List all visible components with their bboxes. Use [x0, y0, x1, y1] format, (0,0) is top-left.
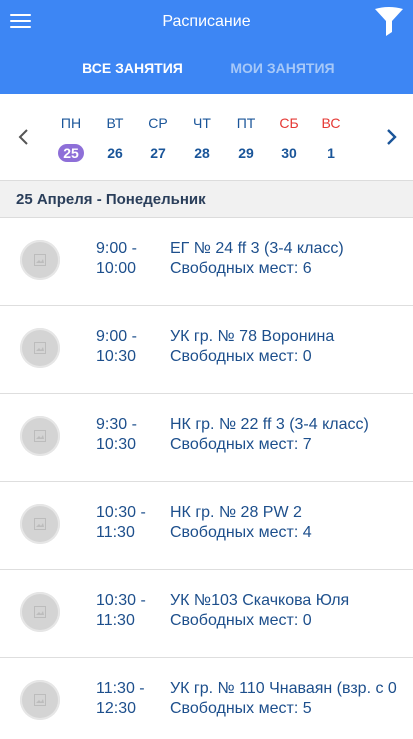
day-name: ПН	[60, 115, 82, 131]
class-info: ЕГ № 24 ff 3 (3-4 класс) Свободных мест:…	[170, 239, 413, 279]
day-sun[interactable]: ВС 1	[313, 94, 349, 180]
free-seats: Свободных мест: 6	[170, 260, 312, 277]
class-end: 11:30	[96, 612, 135, 629]
class-start: 10:30 -	[96, 504, 146, 521]
day-sat[interactable]: СБ 30	[271, 94, 307, 180]
class-row[interactable]: 9:00 - 10:30 УК гр. № 78 Воронина Свобод…	[0, 306, 413, 394]
day-tue[interactable]: ВТ 26	[97, 94, 133, 180]
class-info: УК гр. № 78 Воронина Свободных мест: 0	[170, 327, 413, 367]
class-name: УК №103 Скачкова Юля	[170, 592, 350, 609]
class-end: 10:30	[96, 348, 137, 365]
class-time: 11:30 - 12:30	[96, 679, 166, 719]
day-name: ПТ	[236, 115, 256, 131]
class-end: 12:30	[96, 700, 137, 717]
tab-my-classes[interactable]: МОИ ЗАНЯТИЯ	[205, 43, 360, 94]
free-seats: Свободных мест: 5	[170, 700, 312, 717]
class-name: УК гр. № 78 Воронина	[170, 328, 335, 345]
avatar	[20, 416, 60, 456]
free-seats: Свободных мест: 0	[170, 612, 312, 629]
day-name: ВТ	[106, 115, 124, 131]
class-time: 10:30 - 11:30	[96, 503, 166, 543]
day-number: 30	[281, 145, 297, 161]
class-info: НК гр. № 22 ff 3 (3-4 класс) Свободных м…	[170, 415, 413, 455]
page-title: Расписание	[162, 13, 251, 30]
chevron-left-icon[interactable]	[14, 126, 34, 148]
class-end: 10:30	[96, 436, 137, 453]
day-name: СБ	[279, 115, 299, 131]
tab-all-classes[interactable]: ВСЕ ЗАНЯТИЯ	[55, 43, 210, 94]
free-seats: Свободных мест: 4	[170, 524, 312, 541]
day-number: 28	[194, 145, 210, 161]
date-header: 25 Апреля - Понедельник	[0, 180, 413, 218]
day-fri[interactable]: ПТ 29	[228, 94, 264, 180]
day-number: 25	[58, 144, 84, 162]
avatar	[20, 240, 60, 280]
day-wed[interactable]: СР 27	[140, 94, 176, 180]
day-thu[interactable]: ЧТ 28	[184, 94, 220, 180]
class-time: 9:00 - 10:00	[96, 239, 166, 279]
image-placeholder-icon	[34, 430, 46, 442]
tab-bar: ВСЕ ЗАНЯТИЯ МОИ ЗАНЯТИЯ	[0, 43, 413, 94]
image-placeholder-icon	[34, 342, 46, 354]
avatar	[20, 328, 60, 368]
day-number: 26	[107, 145, 123, 161]
class-start: 9:00 -	[96, 328, 137, 345]
app-header: Расписание	[0, 0, 413, 43]
class-start: 9:00 -	[96, 240, 137, 257]
day-mon[interactable]: ПН 25	[53, 94, 89, 180]
day-number: 29	[238, 145, 254, 161]
day-number: 1	[327, 145, 335, 161]
image-placeholder-icon	[34, 254, 46, 266]
avatar	[20, 504, 60, 544]
day-name: СР	[148, 115, 168, 131]
class-row[interactable]: 10:30 - 11:30 НК гр. № 28 PW 2 Свободных…	[0, 482, 413, 570]
class-time: 9:00 - 10:30	[96, 327, 166, 367]
date-label: 25 Апреля - Понедельник	[16, 191, 206, 208]
day-number: 27	[150, 145, 166, 161]
class-time: 9:30 - 10:30	[96, 415, 166, 455]
class-row[interactable]: 10:30 - 11:30 УК №103 Скачкова Юля Свобо…	[0, 570, 413, 658]
class-row[interactable]: 11:30 - 12:30 УК гр. № 110 Чнаваян (взр.…	[0, 658, 413, 739]
image-placeholder-icon	[34, 518, 46, 530]
free-seats: Свободных мест: 0	[170, 348, 312, 365]
avatar	[20, 680, 60, 720]
class-name: ЕГ № 24 ff 3 (3-4 класс)	[170, 240, 344, 257]
class-info: УК гр. № 110 Чнаваян (взр. с 0 Свободных…	[170, 679, 413, 719]
free-seats: Свободных мест: 7	[170, 436, 312, 453]
class-info: УК №103 Скачкова Юля Свободных мест: 0	[170, 591, 413, 631]
filter-icon[interactable]	[374, 6, 404, 38]
class-name: НК гр. № 22 ff 3 (3-4 класс)	[170, 416, 369, 433]
week-selector: ПН 25 ВТ 26 СР 27 ЧТ 28 ПТ 29 СБ 30 ВС 1	[0, 94, 413, 180]
avatar	[20, 592, 60, 632]
class-start: 9:30 -	[96, 416, 137, 433]
class-time: 10:30 - 11:30	[96, 591, 166, 631]
class-info: НК гр. № 28 PW 2 Свободных мест: 4	[170, 503, 413, 543]
class-row[interactable]: 9:00 - 10:00 ЕГ № 24 ff 3 (3-4 класс) Св…	[0, 218, 413, 306]
class-start: 10:30 -	[96, 592, 146, 609]
class-end: 10:00	[96, 260, 137, 277]
day-name: ЧТ	[193, 115, 211, 131]
class-end: 11:30	[96, 524, 135, 541]
class-name: НК гр. № 28 PW 2	[170, 504, 302, 521]
chevron-right-icon[interactable]	[382, 126, 402, 148]
class-row[interactable]: 9:30 - 10:30 НК гр. № 22 ff 3 (3-4 класс…	[0, 394, 413, 482]
image-placeholder-icon	[34, 694, 46, 706]
day-name: ВС	[321, 115, 341, 131]
class-name: УК гр. № 110 Чнаваян (взр. с 0	[170, 680, 397, 697]
class-start: 11:30 -	[96, 680, 145, 697]
image-placeholder-icon	[34, 606, 46, 618]
